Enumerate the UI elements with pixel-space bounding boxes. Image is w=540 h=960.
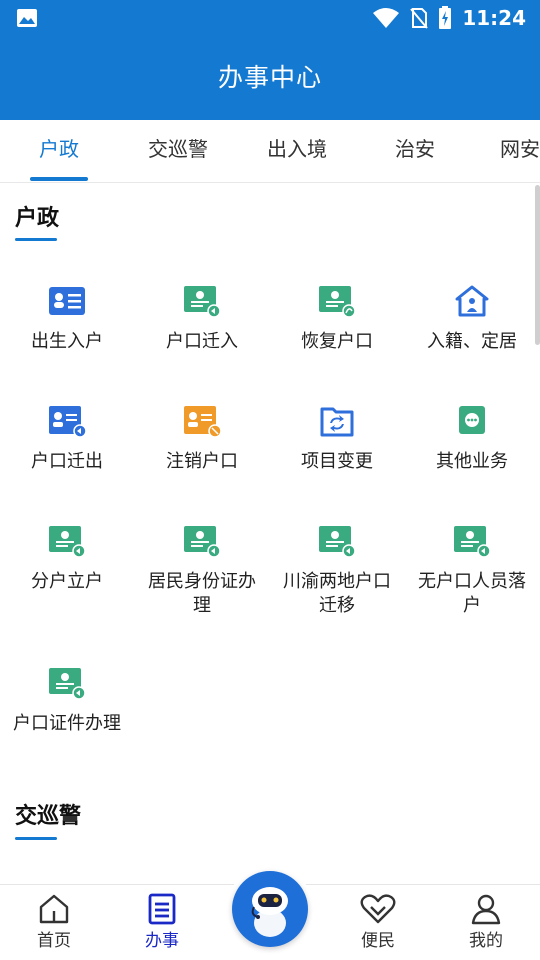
certificate-restore-icon [319, 286, 356, 318]
tab-zhian[interactable]: 治安 [382, 120, 448, 182]
chat-more-icon [459, 406, 485, 434]
page-title: 办事中心 [217, 63, 322, 92]
service-label: 其他业务 [436, 451, 508, 472]
tab-churujing[interactable]: 出入境 [256, 120, 338, 182]
section-underline [15, 837, 57, 840]
nav-label: 办事 [145, 931, 179, 951]
certificate-icon [49, 526, 86, 558]
service-label: 户口证件办理 [13, 713, 121, 734]
home-icon [39, 894, 69, 924]
service-label: 出生入户 [31, 331, 103, 352]
heart-icon [360, 894, 396, 924]
service-item-naturalization[interactable]: 入籍、定居 [405, 284, 539, 354]
service-item-unregistered-settlement[interactable]: 无户口人员落户 [405, 524, 539, 618]
certificate-icon [454, 526, 491, 558]
service-label: 无户口人员落户 [418, 571, 526, 616]
id-card-icon [49, 287, 85, 315]
service-label: 居民身份证办理 [148, 571, 256, 616]
category-tabs: 户政 交巡警 出入境 治安 网安 [0, 120, 540, 183]
section-title-jiaoxunjing: 交巡警 [15, 804, 82, 829]
gallery-notification-icon [17, 9, 37, 27]
service-label: 分户立户 [31, 571, 103, 592]
status-bar: 11:24 [0, 0, 540, 36]
home-person-icon [455, 285, 489, 317]
wifi-icon [373, 8, 400, 28]
service-item-household-move-in[interactable]: 户口迁入 [135, 284, 269, 354]
nav-services[interactable]: 办事 [108, 893, 216, 951]
assistant-robot-button[interactable] [232, 871, 308, 947]
tab-active-indicator [30, 177, 88, 181]
document-icon [148, 893, 176, 925]
nav-profile[interactable]: 我的 [432, 893, 540, 951]
certificate-in-icon [184, 286, 221, 318]
robot-icon [251, 887, 288, 937]
user-icon [471, 894, 501, 925]
nav-label: 我的 [469, 931, 503, 951]
service-item-household-move-out[interactable]: 户口迁出 [0, 404, 134, 474]
service-item-restore-household[interactable]: 恢复户口 [270, 284, 404, 354]
status-time: 11:24 [462, 6, 526, 30]
folder-refresh-icon [320, 407, 354, 437]
tab-jiaoxunjing[interactable]: 交巡警 [137, 120, 219, 182]
certificate-icon [184, 526, 221, 558]
service-label: 恢复户口 [301, 331, 373, 352]
service-label: 户口迁入 [166, 331, 238, 352]
service-label: 户口迁出 [31, 451, 103, 472]
certificate-icon [319, 526, 356, 558]
certificate-out-icon [49, 406, 87, 438]
nav-home[interactable]: 首页 [0, 893, 108, 951]
service-label: 注销户口 [166, 451, 238, 472]
certificate-cancel-icon [184, 406, 222, 438]
battery-charging-icon [439, 6, 452, 29]
service-item-chuanyu-migration[interactable]: 川渝两地户口迁移 [270, 524, 404, 618]
section-underline [15, 238, 57, 241]
nav-label: 便民 [361, 931, 395, 951]
service-item-cancel-household[interactable]: 注销户口 [135, 404, 269, 474]
certificate-icon [49, 668, 86, 700]
service-label: 川渝两地户口迁移 [283, 571, 391, 616]
nav-label: 首页 [37, 931, 71, 951]
nav-convenience[interactable]: 便民 [324, 893, 432, 951]
service-label: 入籍、定居 [427, 331, 517, 352]
service-item-birth-registration[interactable]: 出生入户 [0, 284, 134, 354]
app-header: 11:24 办事中心 [0, 0, 540, 120]
service-label: 项目变更 [301, 451, 373, 472]
tab-wangan[interactable]: 网安 [500, 120, 540, 182]
tab-huzheng[interactable]: 户政 [20, 120, 98, 182]
service-item-other-business[interactable]: 其他业务 [405, 404, 539, 474]
service-item-id-card[interactable]: 居民身份证办理 [135, 524, 269, 618]
no-sim-icon [410, 8, 429, 29]
section-title-huzheng: 户政 [15, 206, 60, 231]
service-item-household-documents[interactable]: 户口证件办理 [0, 666, 134, 736]
service-item-household-split[interactable]: 分户立户 [0, 524, 134, 594]
service-item-item-change[interactable]: 项目变更 [270, 404, 404, 474]
